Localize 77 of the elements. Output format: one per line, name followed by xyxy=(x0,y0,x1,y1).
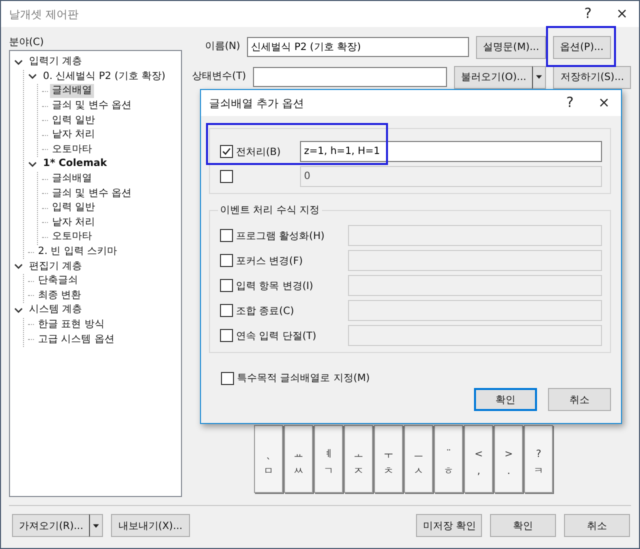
options-button[interactable]: 옵션(P)... xyxy=(553,36,611,58)
section-label: 분야(C) xyxy=(9,36,44,50)
tree-item[interactable]: 1* Colemak xyxy=(41,157,109,172)
tree-item[interactable]: 시스템 계층 xyxy=(27,303,84,318)
tree-item[interactable]: 입력 일반 xyxy=(50,201,98,216)
keyboard-key: < , xyxy=(464,425,494,493)
state-field[interactable] xyxy=(253,67,448,87)
keyboard-key: > . xyxy=(494,425,524,493)
keyboard-key: ㅗ ㅈ xyxy=(344,425,374,493)
dialog-button[interactable]: 취소 xyxy=(548,388,611,411)
tree-item[interactable]: 최종 변환 xyxy=(36,288,84,303)
footer-button[interactable]: 취소 xyxy=(564,514,630,537)
save-button[interactable]: 저장하기(S)... xyxy=(553,66,631,88)
dialog-button[interactable]: 확인 xyxy=(474,388,537,411)
close-button[interactable]: × xyxy=(605,2,639,26)
tree-item[interactable]: 글쇠배열 xyxy=(50,84,94,98)
checkbox[interactable] xyxy=(220,329,233,342)
tree-item[interactable]: 입력기 계층 xyxy=(27,55,84,70)
keyboard-key: ? ㅋ xyxy=(524,425,554,493)
tree-item[interactable]: 낱자 처리 xyxy=(50,128,98,142)
checkbox[interactable] xyxy=(220,254,233,267)
checkbox-label: 프로그램 활성화(H) xyxy=(236,230,325,242)
tree-item[interactable]: 글쇠배열 xyxy=(50,172,94,186)
formula-field[interactable]: z=1, h=1, H=1 xyxy=(300,141,602,162)
tree-item[interactable]: 한글 표현 방식 xyxy=(36,318,106,332)
checkbox-label: 연속 입력 단절(T) xyxy=(236,330,316,342)
tree-item[interactable]: 고급 시스템 옵션 xyxy=(36,332,116,347)
checkbox[interactable] xyxy=(220,304,233,317)
field-label: 이름(N) xyxy=(204,40,240,54)
checkbox-label: 포커스 변경(F) xyxy=(236,254,303,268)
caret-icon xyxy=(536,75,542,79)
checkbox[interactable] xyxy=(220,229,233,242)
checkbox[interactable] xyxy=(220,145,233,158)
window-title: 날개셋 제어판 xyxy=(9,6,80,22)
checkbox[interactable] xyxy=(221,372,234,384)
chevron-icon[interactable] xyxy=(28,73,38,80)
tree-item[interactable]: 글쇠 및 변수 옵션 xyxy=(50,186,134,201)
tree-item[interactable]: 입력 일반 xyxy=(50,114,98,128)
chevron-icon[interactable] xyxy=(28,160,38,168)
name-field[interactable]: 신세벌식 P2 (기호 확장) xyxy=(247,37,470,57)
keyboard-key: ㅖ ㄱ xyxy=(314,425,344,493)
keyboard-key: ¨ ㅎ xyxy=(434,425,464,493)
tree-item[interactable]: 오토마타 xyxy=(50,230,94,244)
dropdown-button[interactable] xyxy=(89,514,104,537)
close-button[interactable]: × xyxy=(587,91,621,115)
group-title: 이벤트 처리 수식 지정 xyxy=(218,203,322,217)
footer-button[interactable]: 확인 xyxy=(490,514,556,537)
description-button[interactable]: 설명문(M)... xyxy=(476,36,546,58)
field-label: 상태변수(T) xyxy=(192,70,246,84)
checkbox-label: 특수목적 글쇠배열로 지정(M) xyxy=(237,372,370,385)
caret-icon xyxy=(93,524,100,528)
export-button[interactable]: 내보내기(X)... xyxy=(111,514,190,537)
help-button[interactable]: ? xyxy=(553,91,587,115)
tree-item[interactable]: 단축글쇠 xyxy=(36,274,80,288)
checkbox-label: 전처리(B) xyxy=(236,146,281,158)
keyboard-key: ˎ ㅁ xyxy=(254,425,284,493)
checkbox[interactable] xyxy=(220,279,233,292)
tree-item[interactable]: 낱자 처리 xyxy=(50,216,98,230)
help-button[interactable]: ? xyxy=(571,2,605,26)
checkbox-label: 조합 종료(C) xyxy=(236,304,294,318)
chevron-icon[interactable] xyxy=(14,306,24,314)
chevron-icon[interactable] xyxy=(14,58,24,66)
tree-item[interactable]: 글쇠 및 변수 옵션 xyxy=(50,99,134,114)
checkbox-label: 입력 항목 변경(I) xyxy=(236,280,314,292)
keyboard-key: ㅛ ㅆ xyxy=(284,425,314,493)
tree-item[interactable]: 2. 빈 입력 스키마 xyxy=(36,245,120,260)
dropdown-button[interactable] xyxy=(532,66,546,88)
keyboard-key: ㅜ ㅊ xyxy=(374,425,404,493)
tree-item[interactable]: 0. 신세벌식 P2 (기호 확장) xyxy=(41,70,168,84)
load-button[interactable]: 불러오기(O)... xyxy=(454,66,532,88)
tree-item[interactable]: 편집기 계층 xyxy=(27,260,84,274)
tree-item[interactable]: 오토마타 xyxy=(50,142,94,157)
keyboard-key: ㅡ ㅅ xyxy=(404,425,434,493)
chevron-icon[interactable] xyxy=(14,263,24,270)
footer-button[interactable]: 미저장 확인 xyxy=(416,514,482,537)
import-button[interactable]: 가져오기(R)... xyxy=(12,514,90,537)
dialog-title: 글쇠배열 추가 옵션 xyxy=(209,96,305,110)
